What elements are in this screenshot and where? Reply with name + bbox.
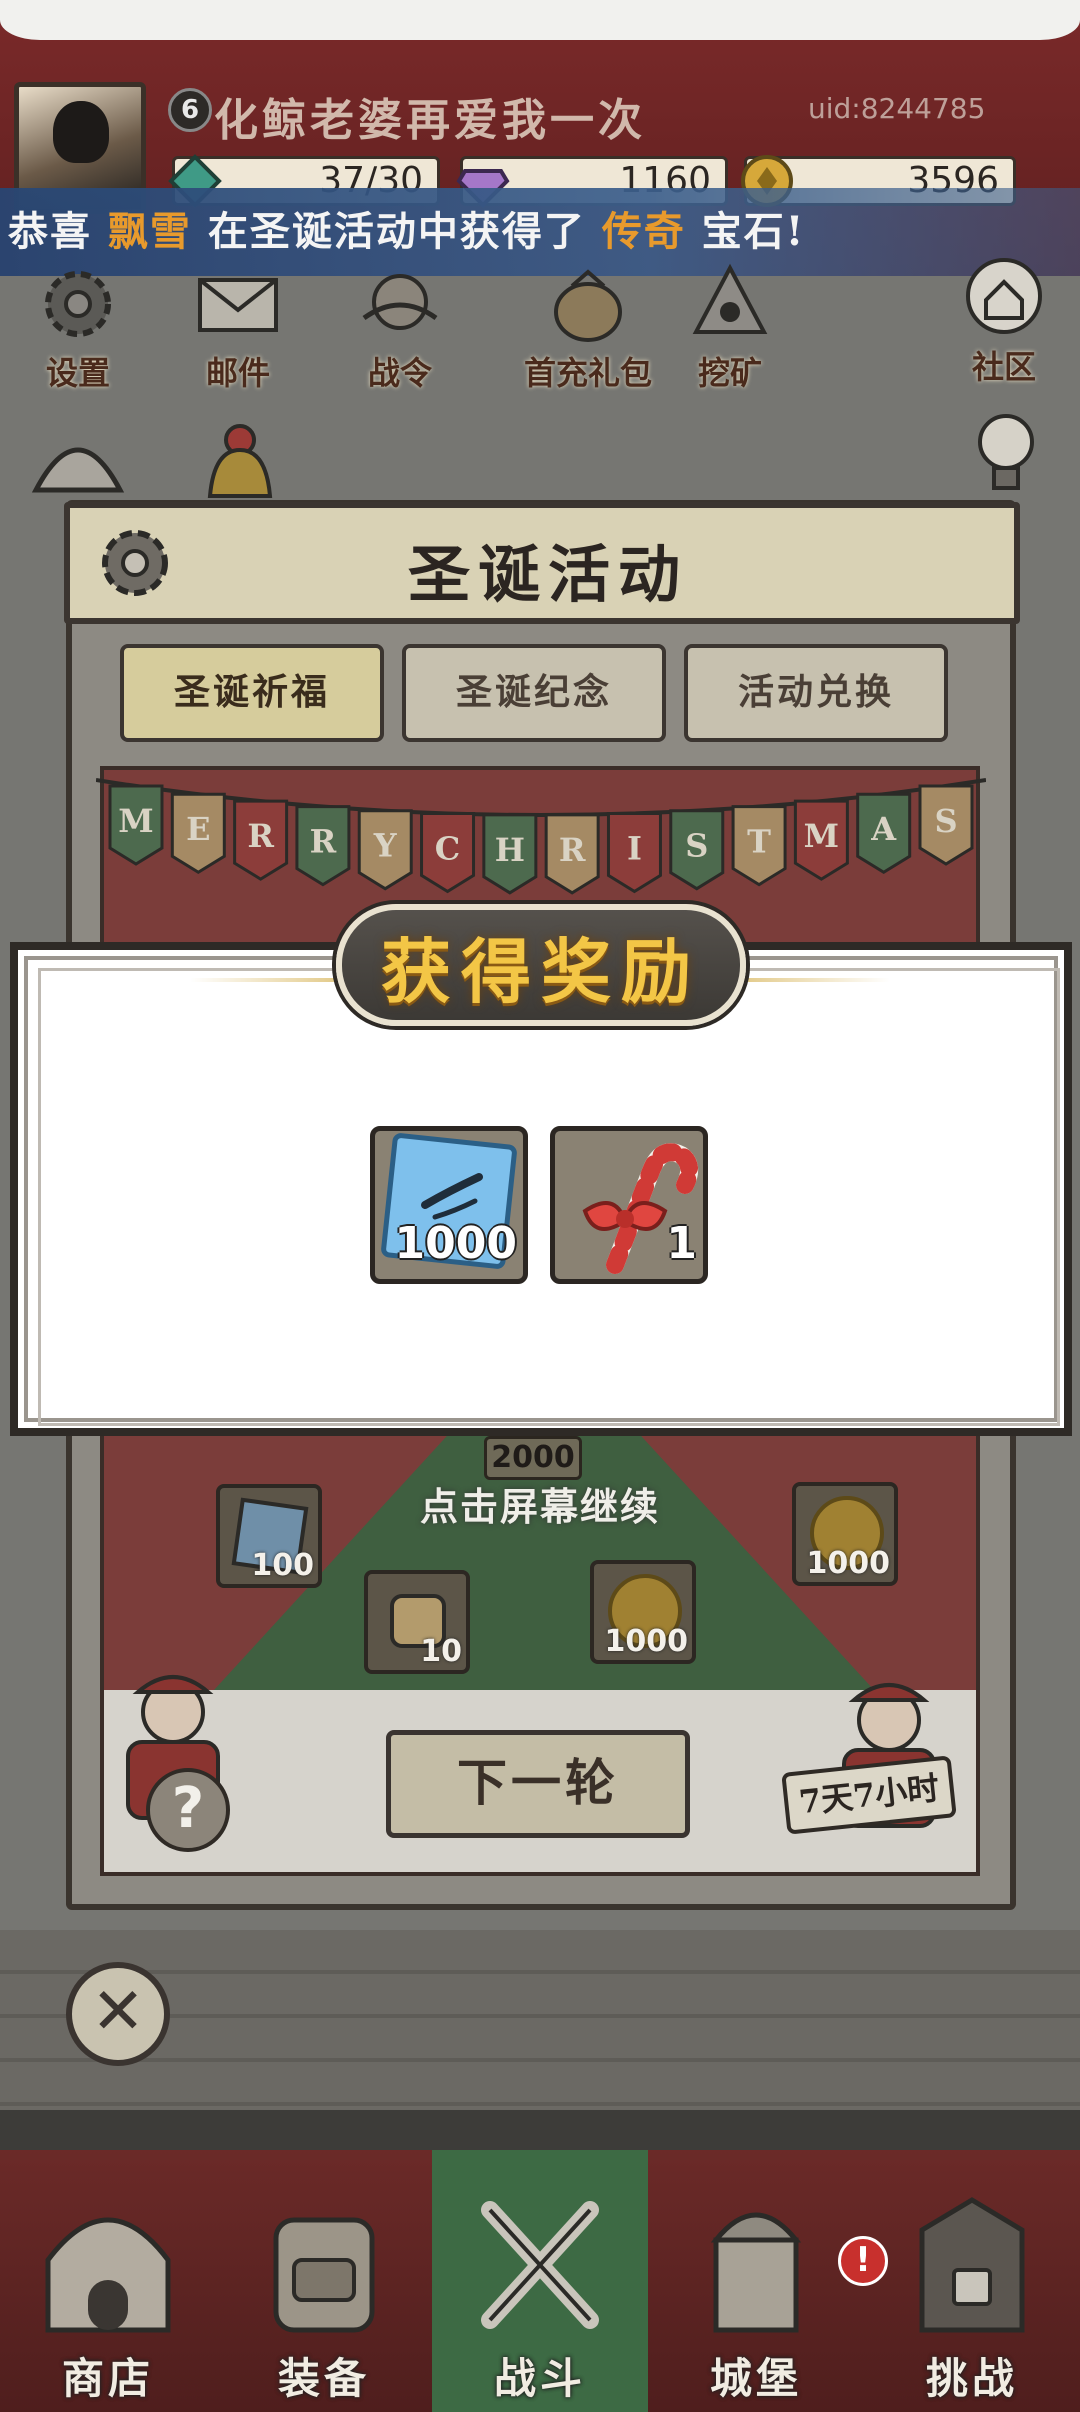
snow-trim <box>0 0 1080 40</box>
scene-item-coins: 1000 <box>590 1560 696 1664</box>
lightbulb-icon[interactable] <box>960 402 1052 502</box>
announce-prefix: 恭喜 <box>8 208 92 255</box>
next-round-button[interactable]: 下一轮 <box>386 1730 690 1838</box>
notification-badge: ! <box>838 2236 888 2286</box>
nav-tab-equipment[interactable]: 装备 <box>216 2150 432 2412</box>
menu-label: 战令 <box>367 354 432 392</box>
announce-suffix: 宝石! <box>701 208 806 255</box>
close-button[interactable]: ✕ <box>66 1962 170 2066</box>
pennant-letter: M <box>804 817 839 855</box>
nav-label: 挑战 <box>925 2354 1018 2403</box>
tab-christmas-blessing[interactable]: 圣诞祈福 <box>120 644 384 742</box>
tap-to-continue-hint: 点击屏幕继续 <box>419 1484 660 1529</box>
menu-label: 设置 <box>45 354 110 392</box>
crossed-swords-icon <box>481 2201 599 2329</box>
nav-tab-battle[interactable]: 战斗 <box>432 2150 648 2412</box>
event-title: 圣诞活动 <box>407 538 688 611</box>
reward-title: 获得奖励 <box>381 930 701 1013</box>
pennant-letter: H <box>495 831 525 869</box>
nav-tab-shop[interactable]: 商店 <box>0 2150 216 2412</box>
scene-item-qty: 1000 <box>806 1546 891 1581</box>
castle-icon <box>710 2212 802 2333</box>
pennant-letter: I <box>627 829 642 867</box>
level-badge: 6 <box>168 88 212 132</box>
pennant-letter: S <box>685 827 708 865</box>
menu-label: 邮件 <box>205 354 270 392</box>
reward-item-ice-crystal[interactable]: 1000 <box>370 1126 528 1284</box>
tab-event-exchange[interactable]: 活动兑换 <box>684 644 948 742</box>
pennant-letter: R <box>247 817 274 855</box>
shop-icon <box>45 2217 171 2333</box>
scene-item-qty: 10 <box>420 1634 462 1669</box>
mining-icon <box>692 263 768 334</box>
menu-label: 首充礼包 <box>523 354 652 392</box>
pennant-letter: M <box>118 802 153 840</box>
battle-pass-icon <box>362 274 438 330</box>
nav-label: 战斗 <box>493 2354 586 2403</box>
announce-player: 飘雪 <box>107 208 192 255</box>
menu-settings[interactable]: 设置 <box>8 262 148 402</box>
pennant-letter: T <box>747 823 771 861</box>
menu-first-recharge[interactable]: 首充礼包 <box>498 262 678 402</box>
backpack-icon <box>273 2217 375 2333</box>
nav-label: 城堡 <box>709 2354 802 2403</box>
menu-mail[interactable]: 邮件 <box>168 262 308 402</box>
announce-middle: 在圣诞活动中获得了 <box>207 208 586 255</box>
menu-battle-pass[interactable]: 战令 <box>330 262 470 402</box>
help-button[interactable]: ? <box>146 1768 230 1852</box>
reward-title-plate: 获得奖励 <box>336 904 746 1026</box>
pennant-letter: S <box>934 802 957 840</box>
pennant-letter: C <box>435 829 460 867</box>
floor-shadow <box>0 2110 1080 2150</box>
pennant-letter: E <box>186 810 210 848</box>
nav-label: 装备 <box>277 2354 370 2403</box>
tree-top-cost: 2000 <box>484 1436 582 1480</box>
menu-community[interactable]: 社区 <box>934 256 1074 396</box>
pennant-letter: R <box>310 823 337 861</box>
nav-tab-challenge[interactable]: 挑战 <box>864 2150 1080 2412</box>
nav-label: 商店 <box>61 2354 154 2403</box>
pennant-letter: A <box>870 810 897 848</box>
home-icon <box>966 258 1042 334</box>
gear-icon <box>45 271 111 337</box>
helmet-icon[interactable] <box>26 420 130 510</box>
menu-mining[interactable]: 挖矿 <box>660 262 800 402</box>
pennant-letter: R <box>559 831 586 869</box>
announce-rarity: 传奇 <box>601 208 686 255</box>
challenge-icon <box>919 2197 1025 2333</box>
pennant-letter: Y <box>373 827 398 865</box>
envelope-icon <box>198 278 278 332</box>
scene-item-qty: 100 <box>251 1548 314 1583</box>
cog-icon <box>102 530 168 596</box>
gift-bag-icon <box>554 269 622 342</box>
menu-label: 社区 <box>971 348 1036 386</box>
popup-frame <box>38 968 1060 1426</box>
menu-label: 挖矿 <box>697 354 762 392</box>
player-name: 化鲸老婆再爱我一次 <box>214 95 646 146</box>
reward-qty: 1000 <box>394 1218 517 1269</box>
reward-qty: 1 <box>666 1218 697 1269</box>
tab-christmas-memorial[interactable]: 圣诞纪念 <box>402 644 666 742</box>
merry-christmas-banner: MERRYCHRISTMAS <box>96 778 986 895</box>
uid-label: uid:8244785 <box>808 92 986 125</box>
event-title-bar: 圣诞活动 <box>64 502 1020 624</box>
scene-item-qty: 1000 <box>604 1624 689 1659</box>
reward-item-candy-cane[interactable]: 1 <box>550 1126 708 1284</box>
christmas-bell-icon[interactable] <box>190 410 290 506</box>
scene-item-scroll: 10 <box>364 1570 470 1674</box>
nav-tab-castle[interactable]: 城堡 <box>648 2150 864 2412</box>
